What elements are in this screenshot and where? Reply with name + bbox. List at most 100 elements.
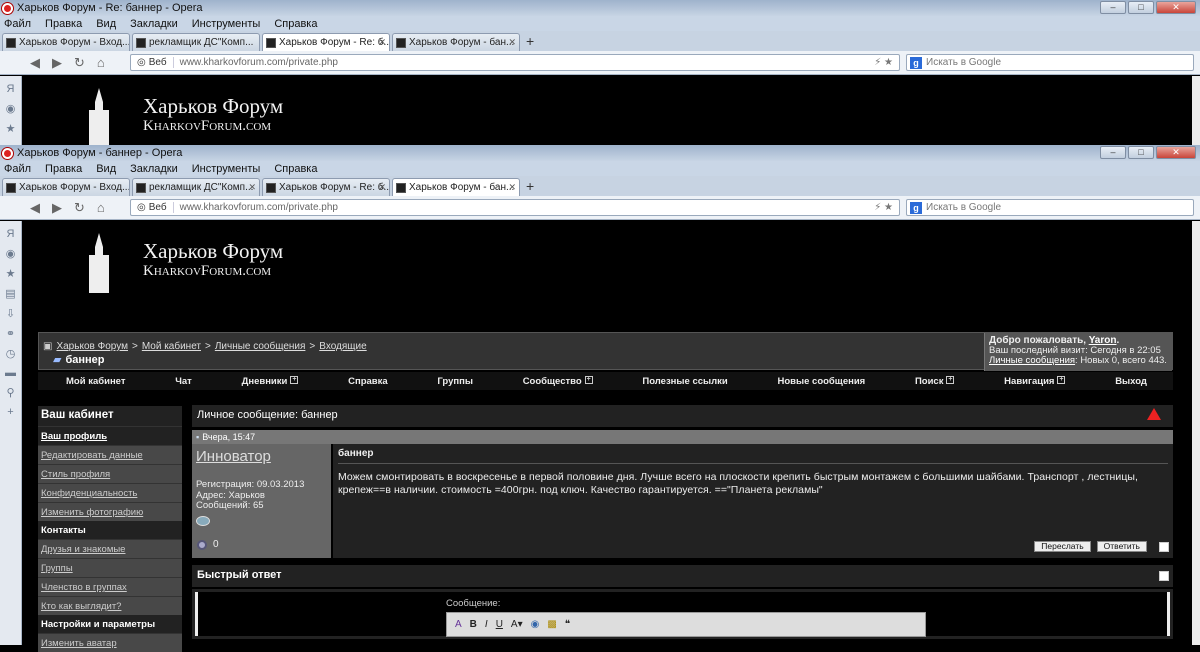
nav-community[interactable]: Сообщество + — [523, 375, 593, 387]
quote-icon[interactable]: ❝ — [565, 619, 570, 630]
tab-3[interactable]: Харьков Форум - Re: б... ✕ — [262, 178, 390, 196]
address-field[interactable]: ◎ Веб www.kharkovforum.com/private.php ⚡ … — [130, 199, 900, 216]
quote-icon[interactable] — [1159, 542, 1169, 552]
image-icon[interactable]: ▩ — [547, 619, 556, 630]
panel-icon[interactable]: ◉ — [0, 102, 21, 115]
minimize-button[interactable]: – — [1100, 1, 1126, 14]
close-tab-icon[interactable]: ✕ — [378, 182, 386, 193]
home-icon[interactable]: ⌂ — [97, 200, 105, 215]
new-tab-icon[interactable]: + — [526, 178, 534, 194]
back-icon[interactable]: ◀ — [30, 55, 40, 71]
panel-icon[interactable]: Я — [0, 228, 21, 240]
forward-icon[interactable]: ▶ — [52, 200, 62, 216]
nav-groups[interactable]: Группы — [437, 376, 473, 387]
add-panel-icon[interactable]: + — [0, 406, 21, 418]
history-icon[interactable]: ◷ — [0, 347, 21, 360]
menu-help[interactable]: Справка — [274, 18, 317, 30]
reload-icon[interactable]: ↻ — [74, 200, 85, 216]
nav-navigation[interactable]: Навигация + — [1004, 375, 1066, 387]
text-color-icon[interactable]: A▾ — [511, 619, 523, 630]
maximize-button[interactable]: □ — [1128, 146, 1154, 159]
nav-chat[interactable]: Чат — [175, 376, 192, 387]
close-tab-icon[interactable]: ✕ — [248, 182, 256, 193]
nav-logout[interactable]: Выход — [1115, 376, 1147, 387]
notes-icon[interactable]: ▤ — [0, 287, 21, 300]
forward-button[interactable]: Переслать — [1034, 541, 1091, 552]
nav-cabinet[interactable]: Мой кабинет — [66, 376, 126, 387]
close-button[interactable]: ✕ — [1156, 1, 1196, 14]
bold-icon[interactable]: B — [470, 619, 477, 630]
link-icon[interactable]: ◉ — [531, 619, 540, 630]
sidebar-item-edit[interactable]: Редактировать данные — [38, 445, 182, 464]
nav-diaries[interactable]: Дневники + — [242, 375, 299, 387]
close-button[interactable]: ✕ — [1156, 146, 1196, 159]
menu-tools[interactable]: Инструменты — [192, 18, 261, 30]
sidebar-item-friends[interactable]: Друзья и знакомые — [38, 539, 182, 558]
close-tab-icon[interactable]: ✕ — [508, 182, 516, 193]
report-warning-icon[interactable] — [1147, 408, 1161, 420]
crumb-home[interactable]: Харьков Форум — [56, 341, 128, 352]
bookmarks-icon[interactable]: ★ — [0, 267, 21, 280]
rss-star-icon[interactable]: ⚡ ★ — [874, 202, 893, 213]
close-tab-icon[interactable]: ✕ — [508, 37, 516, 48]
menu-file[interactable]: Файл — [4, 163, 31, 175]
crumb-cabinet[interactable]: Мой кабинет — [142, 341, 201, 352]
sidebar-item-style[interactable]: Стиль профиля — [38, 464, 182, 483]
close-tab-icon[interactable]: ✕ — [378, 37, 386, 48]
panels-icon[interactable]: ▬ — [0, 367, 21, 379]
sidebar-item-membership[interactable]: Членство в группах — [38, 577, 182, 596]
menu-edit[interactable]: Правка — [45, 18, 82, 30]
reload-icon[interactable]: ↻ — [74, 55, 85, 71]
back-icon[interactable]: ◀ — [30, 200, 40, 216]
tab-1[interactable]: Харьков Форум - Вход... — [2, 33, 130, 51]
crumb-pm[interactable]: Личные сообщения — [215, 341, 306, 352]
search-field[interactable]: g Искать в Google — [906, 54, 1194, 71]
address-field[interactable]: ◎ Веб www.kharkovforum.com/private.php ⚡ … — [130, 54, 900, 71]
nav-links[interactable]: Полезные ссылки — [642, 376, 727, 387]
underline-icon[interactable]: U — [496, 619, 503, 630]
menu-file[interactable]: Файл — [4, 18, 31, 30]
menu-bookmarks[interactable]: Закладки — [130, 18, 178, 30]
menu-view[interactable]: Вид — [96, 18, 116, 30]
tab-2[interactable]: рекламщик ДС"Комп... ✕ — [132, 178, 260, 196]
sidebar-item-groups[interactable]: Группы — [38, 558, 182, 577]
tab-2[interactable]: рекламщик ДС"Комп... — [132, 33, 260, 51]
forward-icon[interactable]: ▶ — [52, 55, 62, 71]
reply-button[interactable]: Ответить — [1096, 541, 1147, 552]
tab-4[interactable]: Харьков Форум - бан... ✕ — [392, 178, 520, 196]
author-name[interactable]: Инноватор — [196, 448, 327, 465]
home-icon[interactable]: ⌂ — [97, 55, 105, 70]
menu-help[interactable]: Справка — [274, 163, 317, 175]
new-tab-icon[interactable]: + — [526, 33, 534, 49]
rss-star-icon[interactable]: ⚡ ★ — [874, 57, 893, 68]
pm-link[interactable]: Личные сообщения — [989, 355, 1075, 366]
scrollbar[interactable] — [1192, 221, 1200, 645]
maximize-button[interactable]: □ — [1128, 1, 1154, 14]
minimize-button[interactable]: – — [1100, 146, 1126, 159]
search-icon[interactable]: ⚲ — [0, 386, 21, 399]
bookmarks-icon[interactable]: ★ — [0, 122, 21, 135]
format-clear-icon[interactable]: A — [455, 619, 462, 630]
scrollbar[interactable] — [1192, 76, 1200, 145]
tab-4[interactable]: Харьков Форум - бан... ✕ — [392, 33, 520, 51]
downloads-icon[interactable]: ⇩ — [0, 307, 21, 320]
crumb-inbox[interactable]: Входящие — [319, 341, 366, 352]
collapse-icon[interactable] — [1159, 571, 1169, 581]
tab-3[interactable]: Харьков Форум - Re: б... ✕ — [262, 33, 390, 51]
sidebar-item-photo[interactable]: Изменить фотографию — [38, 502, 182, 521]
nav-new-posts[interactable]: Новые сообщения — [778, 376, 866, 387]
nav-help[interactable]: Справка — [348, 376, 388, 387]
sidebar-item-privacy[interactable]: Конфиденциальность — [38, 483, 182, 502]
sidebar-item-avatar[interactable]: Изменить аватар — [38, 633, 182, 652]
menu-bookmarks[interactable]: Закладки — [130, 163, 178, 175]
sidebar-item-profile[interactable]: Ваш профиль — [38, 426, 182, 445]
search-field[interactable]: g Искать в Google — [906, 199, 1194, 216]
links-icon[interactable]: ⚭ — [0, 327, 21, 340]
tab-1[interactable]: Харьков Форум - Вход... — [2, 178, 130, 196]
menu-tools[interactable]: Инструменты — [192, 163, 261, 175]
nav-search[interactable]: Поиск + — [915, 375, 955, 387]
menu-view[interactable]: Вид — [96, 163, 116, 175]
sidebar-item-looks[interactable]: Кто как выглядит? — [38, 596, 182, 615]
italic-icon[interactable]: I — [485, 619, 488, 630]
panel-icon[interactable]: Я — [0, 83, 21, 95]
